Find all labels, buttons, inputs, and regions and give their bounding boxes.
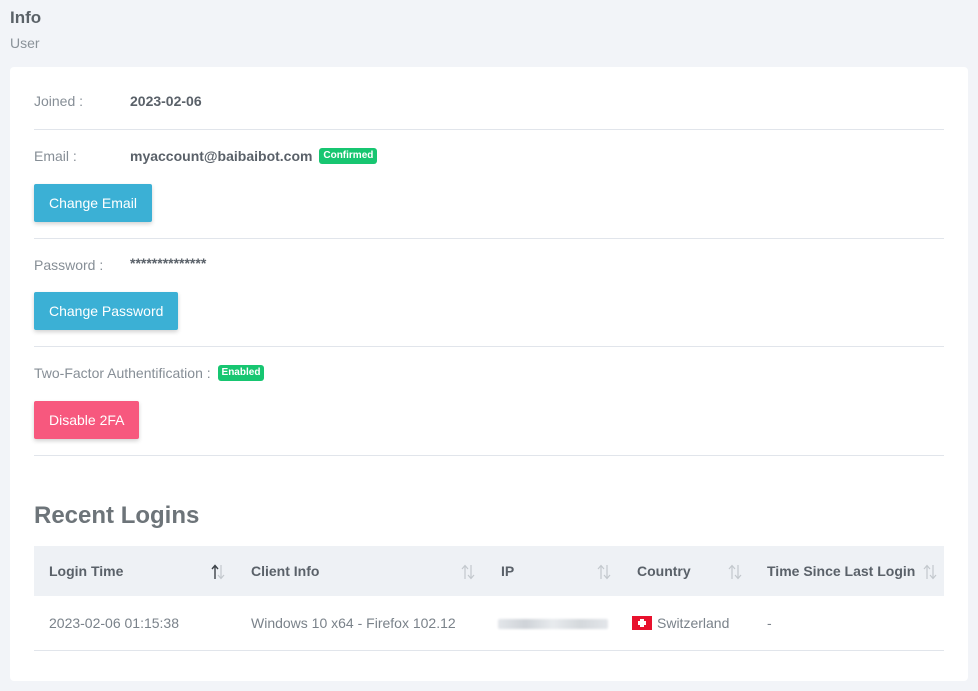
email-label: Email : [34,148,77,164]
two-factor-row: Two-Factor Authentification : Enabled Di… [34,364,944,444]
divider [34,455,944,456]
recent-logins-title: Recent Logins [34,502,200,529]
email-value-wrap: myaccount@baibaibot.com Confirmed [130,147,378,165]
sort-asc-icon[interactable] [210,563,226,581]
two-factor-label-wrap: Two-Factor Authentification : Enabled [34,364,265,382]
ip-redacted [498,619,608,630]
divider [34,238,944,239]
column-header-login-time[interactable]: Login Time [34,546,236,596]
column-header-label: IP [501,563,515,579]
change-email-button[interactable]: Change Email [34,184,152,222]
joined-value: 2023-02-06 [130,93,202,109]
login-time-cell: 2023-02-06 01:15:38 [34,596,236,651]
email-row: Email : myaccount@baibaibot.com Confirme… [34,147,944,227]
two-factor-enabled-badge: Enabled [217,365,265,382]
column-header-label: Country [637,563,691,579]
ip-cell [486,596,622,651]
user-info-card: Joined : 2023-02-06 Email : myaccount@ba… [10,67,968,681]
change-password-button[interactable]: Change Password [34,292,179,330]
column-header-label: Login Time [49,563,124,579]
joined-label: Joined : [34,93,84,109]
disable-2fa-button[interactable]: Disable 2FA [34,401,140,439]
sort-icon[interactable] [596,563,612,581]
email-confirmed-badge: Confirmed [319,148,378,165]
column-header-label: Time Since Last Login [767,563,916,579]
column-header-country[interactable]: Country [622,546,753,596]
country-name: Switzerland [657,614,730,631]
sort-icon[interactable] [460,563,476,581]
page-title: Info [10,8,42,27]
two-factor-label: Two-Factor Authentification : [34,365,211,381]
country-cell: Switzerland [622,596,753,651]
table-row: 2023-02-06 01:15:38 Windows 10 x64 - Fir… [34,596,944,651]
joined-row: Joined : 2023-02-06 [34,91,944,111]
column-header-label: Client Info [251,563,320,579]
page-header: Info User [10,8,41,52]
swiss-flag-icon [632,616,652,631]
column-header-time-since-last-login[interactable]: Time Since Last Login [753,546,944,596]
column-header-ip[interactable]: IP [486,546,622,596]
client-info-cell: Windows 10 x64 - Firefox 102.12 [236,596,486,651]
password-row: Password : ************** Change Passwor… [34,255,944,336]
page-subtitle: User [10,35,40,51]
divider [34,346,944,347]
column-header-client-info[interactable]: Client Info [236,546,486,596]
table-header-row: Login Time Client Info IP Country Time S… [34,546,944,596]
email-value: myaccount@baibaibot.com [130,148,313,164]
divider [34,129,944,130]
password-value: ************** [130,255,207,271]
recent-logins-table: Login Time Client Info IP Country Time S… [34,546,944,651]
time-since-last-login-cell: - [753,596,944,651]
password-label: Password : [34,257,104,273]
sort-icon[interactable] [727,563,743,581]
sort-icon[interactable] [922,563,938,581]
